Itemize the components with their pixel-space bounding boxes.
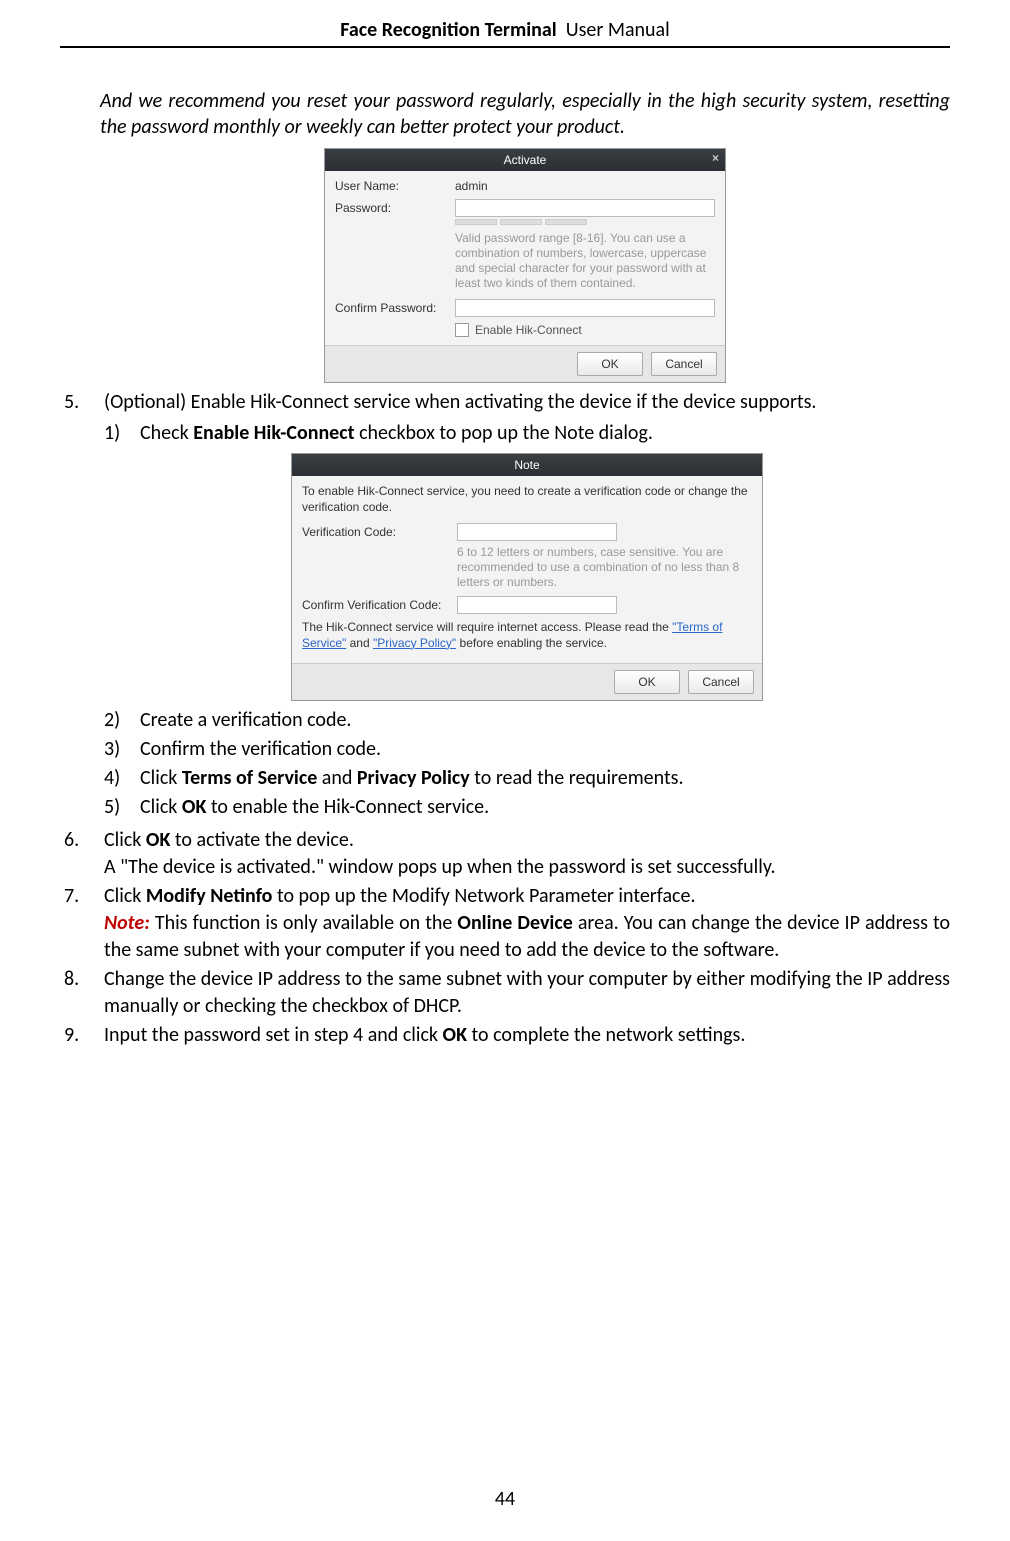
- note-label: Note:: [104, 911, 150, 935]
- item7-note-pre: This function is only available on the: [150, 911, 458, 935]
- item6-pre: Click: [104, 828, 146, 852]
- sub5-pre: Click: [140, 795, 182, 819]
- item9-post: to complete the network settings.: [467, 1023, 745, 1047]
- item7-post: to pop up the Modify Network Parameter i…: [272, 884, 695, 908]
- password-label: Password:: [335, 201, 455, 215]
- list-num-6: 6.: [60, 827, 104, 881]
- sub4-mid: and: [317, 766, 357, 790]
- enable-hik-label: Enable Hik-Connect: [475, 323, 582, 337]
- sub4-pre: Click: [140, 766, 182, 790]
- page: Face Recognition Terminal User Manual An…: [0, 0, 1010, 1541]
- confirm-password-input[interactable]: [455, 299, 715, 317]
- list-num-5: 5.: [60, 389, 104, 825]
- header-title-normal: User Manual: [566, 18, 670, 42]
- close-icon[interactable]: ×: [712, 151, 719, 165]
- activate-body: User Name: admin Password: Valid passwor…: [325, 171, 725, 345]
- item7-pre: Click: [104, 884, 146, 908]
- user-name-value: admin: [455, 179, 715, 193]
- sub-num: 3): [104, 736, 140, 763]
- confirm-password-label: Confirm Password:: [335, 301, 455, 315]
- ok-button[interactable]: OK: [614, 670, 680, 694]
- activate-btnbar: OK Cancel: [325, 345, 725, 382]
- meter-seg: [455, 219, 497, 225]
- activate-dialog-wrap: Activate × User Name: admin Password:: [100, 148, 950, 383]
- password-input[interactable]: [455, 199, 715, 217]
- activate-titlebar: Activate ×: [325, 149, 725, 171]
- sub-num: 4): [104, 765, 140, 792]
- item6-b1: OK: [146, 828, 170, 852]
- list-num-9: 9.: [60, 1022, 104, 1049]
- page-header: Face Recognition Terminal User Manual: [60, 18, 950, 42]
- note-title: Note: [514, 457, 539, 473]
- item6-line2: A "The device is activated." window pops…: [104, 854, 950, 881]
- checkbox-icon[interactable]: [455, 323, 469, 337]
- confirm-vcode-input[interactable]: [457, 596, 617, 614]
- intro-paragraph: And we recommend you reset your password…: [100, 88, 950, 140]
- password-strength-meter: [455, 219, 715, 225]
- sub1-post: checkbox to pop up the Note dialog.: [355, 421, 653, 445]
- sub1-pre: Check: [140, 421, 193, 445]
- cancel-button[interactable]: Cancel: [651, 352, 717, 376]
- sub2-text: Create a verification code.: [140, 707, 950, 734]
- sub-num: 5): [104, 794, 140, 821]
- access-post: before enabling the service.: [456, 636, 607, 650]
- vcode-label: Verification Code:: [302, 524, 457, 540]
- item8-text: Change the device IP address to the same…: [104, 966, 950, 1020]
- access-mid: and: [346, 636, 373, 650]
- list-num-8: 8.: [60, 966, 104, 1020]
- item9-b1: OK: [443, 1023, 467, 1047]
- note-titlebar: Note: [292, 454, 762, 476]
- note-body: To enable Hik-Connect service, you need …: [292, 476, 762, 663]
- meter-seg: [500, 219, 542, 225]
- sub4-b2: Privacy Policy: [357, 766, 470, 790]
- list-num-7: 7.: [60, 883, 104, 964]
- sub4-b1: Terms of Service: [182, 766, 317, 790]
- header-rule: [60, 46, 950, 48]
- sub-num: 1): [104, 420, 140, 447]
- item9-pre: Input the password set in step 4 and cli…: [104, 1023, 443, 1047]
- cancel-button[interactable]: Cancel: [688, 670, 754, 694]
- header-title-bold: Face Recognition Terminal: [340, 18, 556, 42]
- access-pre: The Hik-Connect service will require int…: [302, 620, 672, 634]
- privacy-link[interactable]: "Privacy Policy": [373, 636, 456, 650]
- ok-button[interactable]: OK: [577, 352, 643, 376]
- sub1-bold: Enable Hik-Connect: [193, 421, 354, 445]
- note-intro: To enable Hik-Connect service, you need …: [302, 484, 752, 515]
- item7-b1: Modify Netinfo: [146, 884, 273, 908]
- sub4-post: to read the requirements.: [470, 766, 684, 790]
- body-text: 5. (Optional) Enable Hik-Connect service…: [60, 389, 950, 1049]
- sub3-text: Confirm the verification code.: [140, 736, 950, 763]
- note-dialog-wrap: Note To enable Hik-Connect service, you …: [104, 453, 950, 701]
- item5-text: (Optional) Enable Hik-Connect service wh…: [104, 389, 950, 416]
- item7-note-bold: Online Device: [457, 911, 572, 935]
- enable-hik-row[interactable]: Enable Hik-Connect: [455, 323, 715, 337]
- vcode-hint: 6 to 12 letters or numbers, case sensiti…: [457, 545, 752, 590]
- page-number: 44: [0, 1487, 1010, 1511]
- sub-num: 2): [104, 707, 140, 734]
- confirm-vcode-label: Confirm Verification Code:: [302, 597, 457, 613]
- note-dialog: Note To enable Hik-Connect service, you …: [291, 453, 763, 701]
- sub5-post: to enable the Hik-Connect service.: [206, 795, 489, 819]
- note-btnbar: OK Cancel: [292, 663, 762, 700]
- activate-dialog: Activate × User Name: admin Password:: [324, 148, 726, 383]
- note-access: The Hik-Connect service will require int…: [302, 620, 752, 651]
- activate-title: Activate: [504, 153, 547, 167]
- item6-post: to activate the device.: [170, 828, 354, 852]
- password-hint: Valid password range [8-16]. You can use…: [455, 231, 715, 291]
- sub5-b1: OK: [182, 795, 206, 819]
- meter-seg: [545, 219, 587, 225]
- user-name-label: User Name:: [335, 179, 455, 193]
- vcode-input[interactable]: [457, 523, 617, 541]
